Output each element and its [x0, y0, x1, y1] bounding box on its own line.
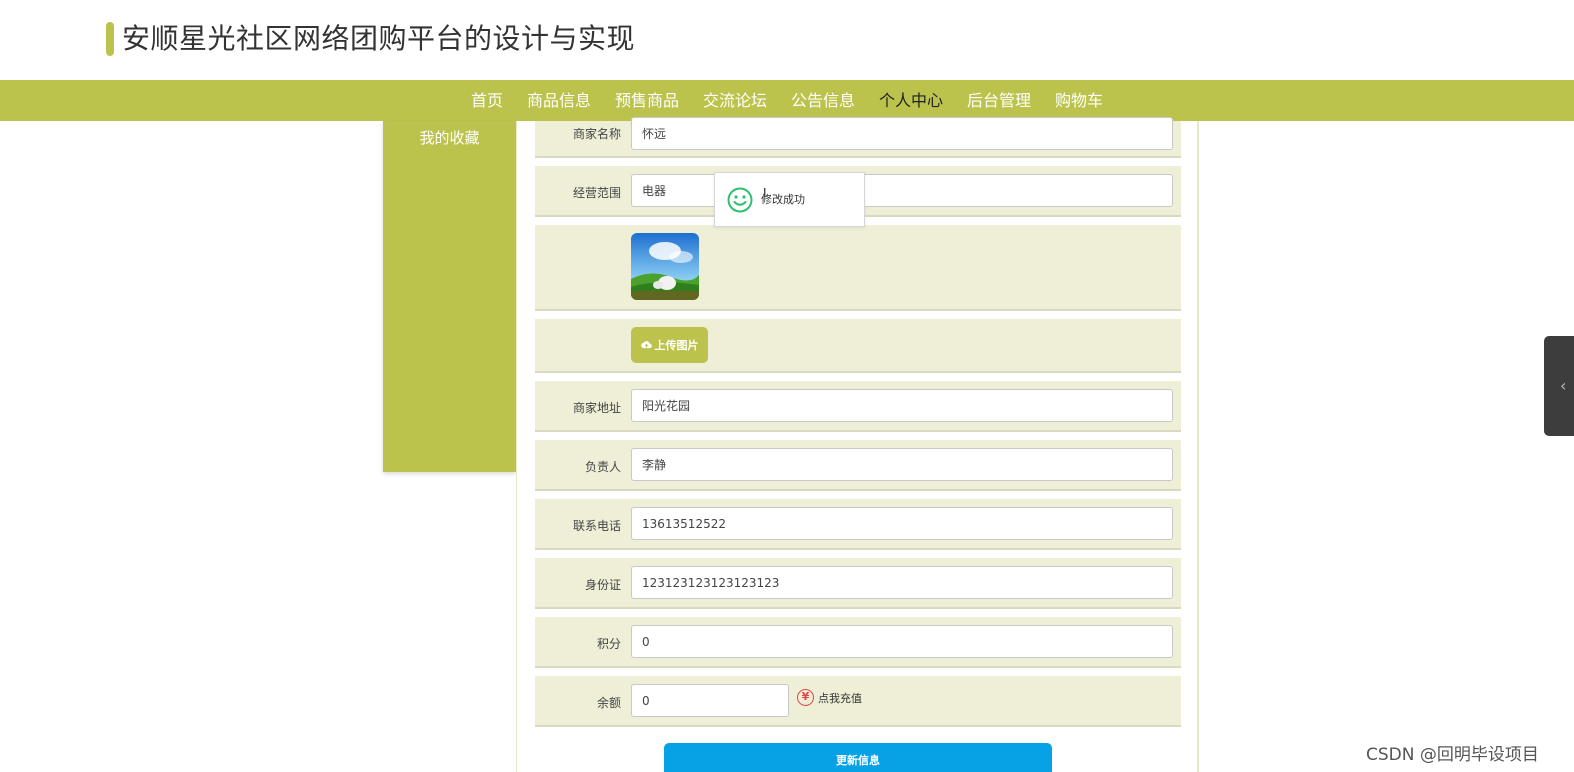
business-scope-label: 经营范围 — [572, 186, 621, 200]
points-label: 积分 — [596, 637, 621, 651]
merchant-name-label: 商家名称 — [572, 127, 621, 141]
form-row-contact-person: 负责人 — [535, 440, 1181, 491]
form-row-balance: 余额 ¥ 点我充值 — [535, 676, 1181, 727]
sidebar: 我的收藏 — [383, 121, 516, 472]
nav-item-notices[interactable]: 公告信息 — [791, 80, 855, 121]
merchant-name-input[interactable] — [631, 117, 1173, 150]
nav-item-personal-center[interactable]: 个人中心 — [879, 80, 943, 121]
smile-icon — [727, 187, 753, 213]
nav-item-products[interactable]: 商品信息 — [527, 80, 591, 121]
points-input[interactable] — [631, 625, 1173, 658]
side-drawer-handle[interactable]: ‹ — [1544, 336, 1574, 436]
phone-input[interactable] — [631, 507, 1173, 540]
main-nav: 首页 商品信息 预售商品 交流论坛 公告信息 个人中心 后台管理 购物车 — [0, 80, 1574, 121]
site-header: 安顺星光社区网络团购平台的设计与实现 — [0, 0, 1574, 80]
landscape-picture — [631, 233, 699, 300]
balance-input[interactable] — [631, 684, 789, 717]
toast-message: 修改成功 — [761, 193, 805, 206]
chevron-left-icon: ‹ — [1560, 376, 1567, 395]
id-card-label: 身份证 — [584, 578, 621, 592]
address-input[interactable] — [631, 389, 1173, 422]
watermark: CSDN @回明毕设项目 — [1366, 745, 1539, 765]
form-row-phone: 联系电话 — [535, 499, 1181, 550]
recharge-link[interactable]: ¥ 点我充值 — [797, 689, 862, 706]
update-info-button[interactable]: 更新信息 — [664, 743, 1052, 772]
text-cursor-icon: I — [763, 186, 767, 200]
contact-person-input[interactable] — [631, 448, 1173, 481]
app-root: 安顺星光社区网络团购平台的设计与实现 首页 商品信息 预售商品 交流论坛 公告信… — [0, 0, 1574, 772]
title-accent-bar — [106, 22, 114, 56]
contact-person-label: 负责人 — [584, 460, 621, 474]
sidebar-item-favorites[interactable]: 我的收藏 — [383, 127, 516, 149]
form-row-id-card: 身份证 — [535, 558, 1181, 609]
form-row-points: 积分 — [535, 617, 1181, 668]
form-row-address: 商家地址 — [535, 381, 1181, 432]
form-row-merchant-name: 商家名称 — [535, 117, 1181, 158]
nav-item-presale[interactable]: 预售商品 — [615, 80, 679, 121]
merchant-image — [631, 233, 699, 300]
upload-image-button[interactable]: 上传图片 — [631, 327, 708, 363]
balance-label: 余额 — [596, 696, 621, 710]
cloud-upload-icon — [640, 341, 652, 349]
success-toast: 修改成功 — [714, 172, 865, 227]
nav-item-admin[interactable]: 后台管理 — [967, 80, 1031, 121]
nav-item-forum[interactable]: 交流论坛 — [703, 80, 767, 121]
nav-item-home[interactable]: 首页 — [471, 80, 503, 121]
site-title: 安顺星光社区网络团购平台的设计与实现 — [122, 22, 636, 55]
id-card-input[interactable] — [631, 566, 1173, 599]
yen-icon: ¥ — [797, 689, 814, 706]
recharge-label: 点我充值 — [818, 691, 862, 705]
phone-label: 联系电话 — [572, 519, 621, 533]
nav-item-cart[interactable]: 购物车 — [1055, 80, 1103, 121]
form-row-image — [535, 225, 1181, 311]
address-label: 商家地址 — [572, 401, 621, 415]
business-scope-input[interactable] — [631, 174, 1173, 207]
form-row-upload: 上传图片 — [535, 319, 1181, 373]
upload-image-label: 上传图片 — [654, 339, 699, 352]
